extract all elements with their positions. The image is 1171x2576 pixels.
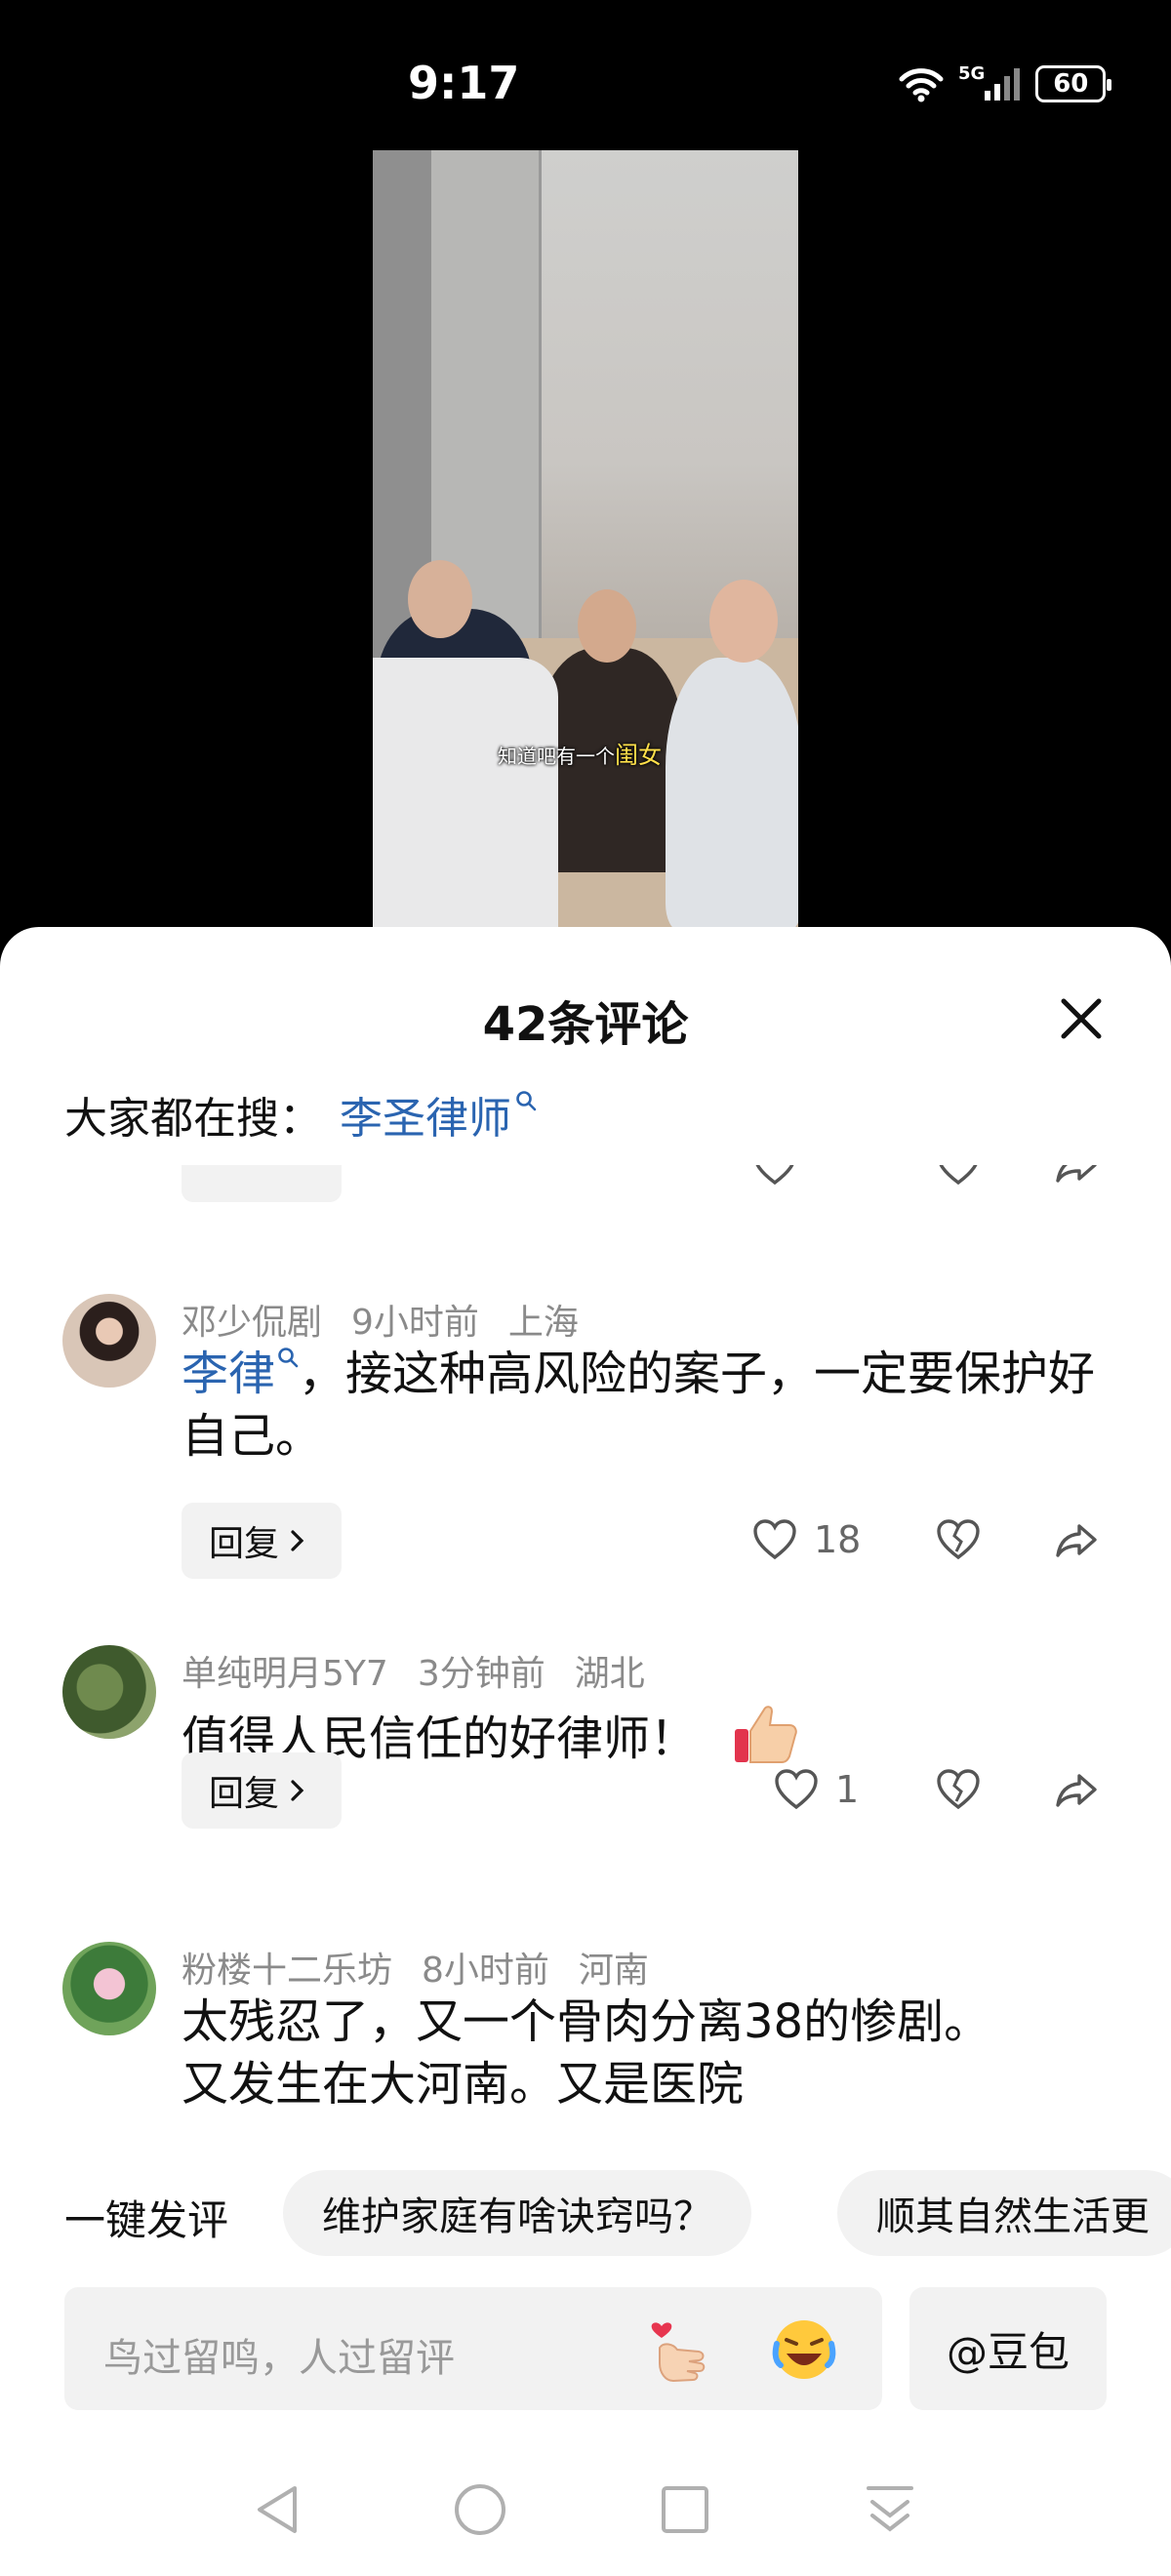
quick-reply-label: 一键发评 xyxy=(64,2196,229,2244)
comment-body: ，接这种高风险的案子，一定要保护好自己。 xyxy=(182,1347,1096,1464)
like-button[interactable]: 1 xyxy=(773,1768,859,1811)
video-person-girl xyxy=(666,658,798,931)
heart-icon xyxy=(775,1769,818,1810)
trending-search: 大家都在搜： 李圣律师 xyxy=(64,1083,537,1146)
avatar[interactable] xyxy=(62,1645,156,1739)
video-person-girl-head xyxy=(709,580,778,663)
home-icon[interactable] xyxy=(453,2482,507,2537)
chevron-right-icon xyxy=(291,1780,304,1801)
close-icon[interactable] xyxy=(1054,991,1109,1046)
doubao-button[interactable]: @豆包 xyxy=(909,2287,1107,2410)
video-subtitle: 知道吧有一个闺女 xyxy=(498,736,662,770)
chevron-right-icon xyxy=(291,1530,304,1551)
screen: 9:17 5G 60 知道吧有一个闺女 42条评论 大家都在搜： 李圣律师 邓少… xyxy=(0,0,1171,2576)
comment-time: 3分钟前 xyxy=(417,1654,545,1694)
avatar[interactable] xyxy=(62,1294,156,1388)
finger-heart-icon[interactable] xyxy=(644,2313,712,2385)
reply-button[interactable]: 回复 xyxy=(182,1752,342,1829)
trending-search-label: 大家都在搜： xyxy=(64,1094,322,1144)
dislike-icon[interactable] xyxy=(935,1768,982,1811)
comment-username[interactable]: 邓少侃剧 xyxy=(182,1294,322,1345)
dislike-icon[interactable] xyxy=(935,1165,982,1187)
video-subtitle-text: 知道吧有一个 xyxy=(498,745,615,768)
comment-text: 李律 ，接这种高风险的案子，一定要保护好自己。 xyxy=(182,1343,1118,1468)
video-scene-table xyxy=(373,658,558,931)
comment-location: 上海 xyxy=(507,1303,579,1343)
status-icons: 5G 60 xyxy=(898,62,1112,105)
comment-username[interactable]: 单纯明月5Y7 xyxy=(182,1645,388,1696)
comment-time: 8小时前 xyxy=(422,1951,549,1991)
back-icon[interactable] xyxy=(252,2482,303,2537)
comment-body-line: 又发生在大河南。又是医院 xyxy=(182,2057,745,2112)
video-person-lawyer-head xyxy=(408,560,472,638)
thumbs-up-icon xyxy=(735,1706,798,1763)
reply-button[interactable] xyxy=(182,1165,342,1202)
previous-comment-actions xyxy=(0,1165,1171,1204)
share-icon[interactable] xyxy=(1054,1518,1101,1561)
share-icon[interactable] xyxy=(1054,1165,1101,1187)
comment-input-placeholder: 鸟过留鸣，人过留评 xyxy=(103,2336,455,2381)
like-count: 1 xyxy=(835,1768,860,1811)
reply-label: 回复 xyxy=(208,1524,279,1564)
quick-reply-bar: 一键发评 维护家庭有啥诀窍吗？ 顺其自然生活更 xyxy=(0,2162,1171,2260)
search-icon xyxy=(278,1348,299,1368)
status-time: 9:17 xyxy=(408,57,520,109)
dislike-icon[interactable] xyxy=(935,1518,982,1561)
comment-location: 湖北 xyxy=(574,1654,645,1694)
comment-input[interactable]: 鸟过留鸣，人过留评 xyxy=(64,2287,882,2410)
share-icon[interactable] xyxy=(1054,1768,1101,1811)
comment-meta: 邓少侃剧 9小时前 上海 xyxy=(182,1294,579,1345)
avatar[interactable] xyxy=(62,1942,156,2035)
comment-location: 河南 xyxy=(578,1951,649,1991)
wifi-icon xyxy=(899,68,944,102)
comment-meta: 粉楼十二乐坊 8小时前 河南 xyxy=(182,1942,649,1992)
video-player[interactable]: 知道吧有一个闺女 xyxy=(373,150,798,931)
quick-reply-chip[interactable]: 维护家庭有啥诀窍吗？ xyxy=(283,2170,751,2256)
battery-indicator: 60 xyxy=(1035,65,1112,102)
comment-text: 太残忍了，又一个骨肉分离38的惨剧。 又发生在大河南。又是医院 xyxy=(182,1991,1118,2115)
video-subtitle-highlight: 闺女 xyxy=(615,742,662,769)
comments-count-title: 42条评论 xyxy=(482,997,689,1052)
recents-icon[interactable] xyxy=(660,2484,710,2535)
reply-label: 回复 xyxy=(208,1774,279,1814)
heart-icon[interactable] xyxy=(751,1165,798,1187)
video-person-woman-head xyxy=(578,589,636,663)
heart-icon xyxy=(753,1519,796,1560)
network-type: 5G xyxy=(958,63,986,84)
battery-level: 60 xyxy=(1053,69,1089,99)
comment-body-line: 太残忍了，又一个骨肉分离38的惨剧。 xyxy=(182,1994,991,2049)
comment-time: 9小时前 xyxy=(351,1303,479,1343)
quick-reply-chip[interactable]: 顺其自然生活更 xyxy=(837,2170,1171,2256)
like-button[interactable]: 18 xyxy=(751,1518,861,1561)
trending-search-link[interactable]: 李圣律师 xyxy=(340,1083,511,1146)
collapse-icon[interactable] xyxy=(863,2482,917,2537)
reply-button[interactable]: 回复 xyxy=(182,1503,342,1579)
search-icon xyxy=(516,1091,537,1111)
like-count: 18 xyxy=(814,1518,862,1561)
comment-username[interactable]: 粉楼十二乐坊 xyxy=(182,1942,392,1992)
signal-icon xyxy=(985,68,1021,101)
system-nav-bar xyxy=(0,2459,1171,2556)
laughing-emoji-icon[interactable] xyxy=(769,2314,839,2385)
comment-meta: 单纯明月5Y7 3分钟前 湖北 xyxy=(182,1645,645,1696)
comment-mention-link[interactable]: 李律 xyxy=(182,1347,275,1401)
